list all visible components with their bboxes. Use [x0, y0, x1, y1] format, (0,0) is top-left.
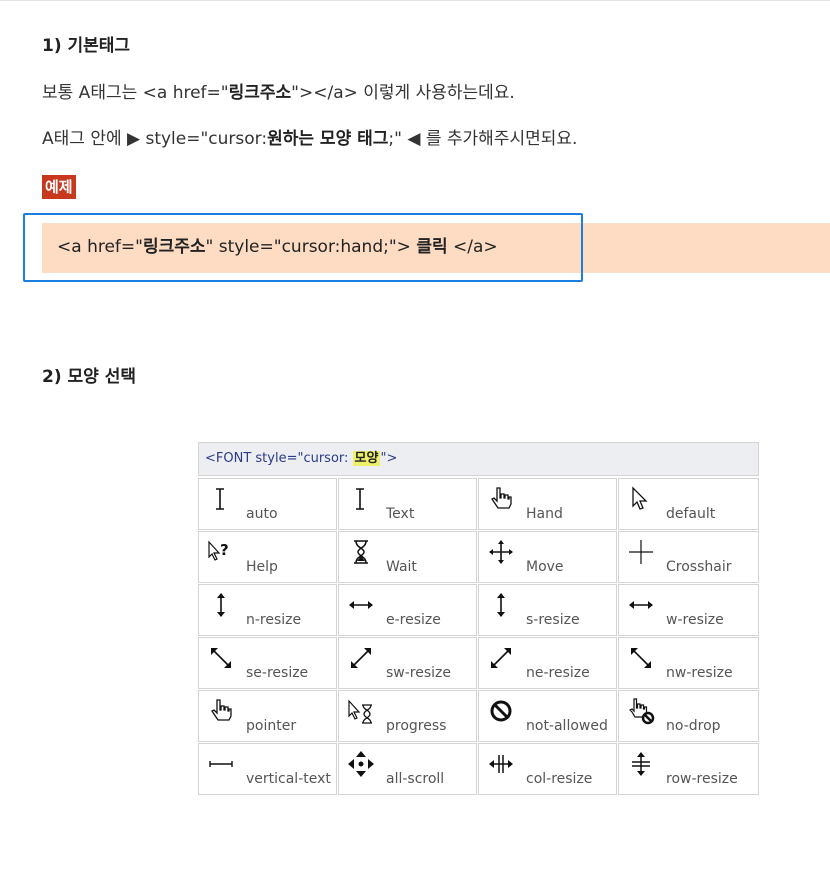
section2-heading: 2) 모양 선택 [42, 367, 136, 387]
text: 보통 A태그는 <a href=" [42, 83, 229, 103]
cursor-cell-col-resize[interactable]: col-resize [478, 743, 617, 795]
col-resize-icon [487, 750, 515, 778]
cursor-label: Move [526, 559, 564, 575]
cursor-label: Wait [386, 559, 417, 575]
text: ;" ◀ 를 추가해주시면되요. [388, 129, 578, 149]
bold-text: 원하는 모양 태그 [267, 129, 389, 149]
arrow-icon [627, 485, 655, 513]
cursor-label: ne-resize [526, 665, 590, 681]
cursor-label: sw-resize [386, 665, 452, 681]
diagonal-se-icon [207, 644, 235, 672]
basic-tag-paragraph: 보통 A태그는 <a href="링크주소"></a> 이렇게 사용하는데요. [42, 82, 515, 104]
not-allowed-icon [487, 697, 515, 725]
cursor-table: <FONT style="cursor: 모양 "> auto Text Hand de… [198, 442, 759, 797]
cursor-label: pointer [246, 718, 297, 734]
cursor-label: Crosshair [666, 559, 732, 575]
help-icon: ? [207, 538, 235, 566]
cursor-cell-pointer[interactable]: pointer [198, 690, 337, 742]
title-highlight: 모양 [352, 451, 381, 466]
hand-icon [487, 485, 515, 513]
cursor-cell-hand[interactable]: Hand [478, 478, 617, 530]
no-drop-icon [627, 697, 655, 725]
cursor-cell-progress[interactable]: progress [338, 690, 477, 742]
cursor-cell-crosshair[interactable]: Crosshair [618, 531, 759, 583]
vertical-resize-icon [207, 591, 235, 619]
cursor-cell-e-resize[interactable]: e-resize [338, 584, 477, 636]
cursor-label: Hand [526, 506, 563, 522]
cursor-label: no-drop [666, 718, 721, 734]
text-beam-icon [347, 485, 375, 513]
progress-icon [347, 697, 375, 725]
cursor-cell-auto[interactable]: auto [198, 478, 337, 530]
text: "></a> 이렇게 사용하는데요. [291, 83, 515, 103]
cursor-label: all-scroll [386, 771, 445, 787]
cursor-cell-wait[interactable]: Wait [338, 531, 477, 583]
cursor-label: row-resize [666, 771, 738, 787]
cursor-label: default [666, 506, 716, 522]
cursor-cell-not-allowed[interactable]: not-allowed [478, 690, 617, 742]
cursor-cell-w-resize[interactable]: w-resize [618, 584, 759, 636]
cursor-cell-no-drop[interactable]: no-drop [618, 690, 759, 742]
vertical-resize-icon [487, 591, 515, 619]
cursor-cell-s-resize[interactable]: s-resize [478, 584, 617, 636]
cursor-label: Text [386, 506, 415, 522]
diagonal-se-icon [627, 644, 655, 672]
title-text: "> [380, 451, 398, 466]
cursor-cell-text[interactable]: Text [338, 478, 477, 530]
section1-heading: 1) 기본태그 [42, 36, 131, 56]
cursor-label: Help [246, 559, 278, 575]
cursor-label: auto [246, 506, 278, 522]
text-beam-icon [207, 485, 235, 513]
bold-text: 링크주소 [228, 83, 292, 103]
cursor-cell-vertical-text[interactable]: vertical-text [198, 743, 337, 795]
cursor-label: w-resize [666, 612, 724, 628]
cursor-cell-sw-resize[interactable]: sw-resize [338, 637, 477, 689]
cursor-label: nw-resize [666, 665, 733, 681]
horizontal-resize-icon [347, 591, 375, 619]
cursor-cell-all-scroll[interactable]: all-scroll [338, 743, 477, 795]
cursor-table-title: <FONT style="cursor: 모양 "> [198, 442, 759, 476]
cursor-cell-row-resize[interactable]: row-resize [618, 743, 759, 795]
cursor-label: progress [386, 718, 447, 734]
style-attr-paragraph: A태그 안에 ▶ style="cursor:원하는 모양 태그;" ◀ 를 추… [42, 128, 577, 150]
svg-text:?: ? [220, 541, 229, 559]
all-scroll-icon [347, 750, 375, 778]
vertical-text-icon [207, 750, 235, 778]
cursor-cell-nw-resize[interactable]: nw-resize [618, 637, 759, 689]
title-text: <FONT style="cursor: [205, 451, 353, 466]
cursor-cell-move[interactable]: Move [478, 531, 617, 583]
diagonal-sw-icon [487, 644, 515, 672]
cursor-cell-default[interactable]: default [618, 478, 759, 530]
cursor-label: e-resize [386, 612, 441, 628]
example-badge: 예제 [42, 175, 76, 199]
diagonal-sw-icon [347, 644, 375, 672]
hourglass-icon [347, 538, 375, 566]
cursor-cell-ne-resize[interactable]: ne-resize [478, 637, 617, 689]
move-icon [487, 538, 515, 566]
horizontal-resize-icon [627, 591, 655, 619]
cursor-cell-n-resize[interactable]: n-resize [198, 584, 337, 636]
cursor-cell-help[interactable]: ? Help [198, 531, 337, 583]
text: A태그 안에 ▶ style="cursor: [42, 129, 268, 149]
cursor-label: n-resize [246, 612, 302, 628]
row-resize-icon [627, 750, 655, 778]
cursor-label: s-resize [526, 612, 580, 628]
cursor-label: vertical-text [246, 771, 331, 787]
cursor-label: se-resize [246, 665, 309, 681]
top-divider [0, 0, 830, 1]
cursor-cell-se-resize[interactable]: se-resize [198, 637, 337, 689]
cursor-label: col-resize [526, 771, 593, 787]
cursor-label: not-allowed [526, 718, 608, 734]
selection-highlight-box [23, 213, 583, 282]
hand-icon [207, 697, 235, 725]
crosshair-icon [627, 538, 655, 566]
